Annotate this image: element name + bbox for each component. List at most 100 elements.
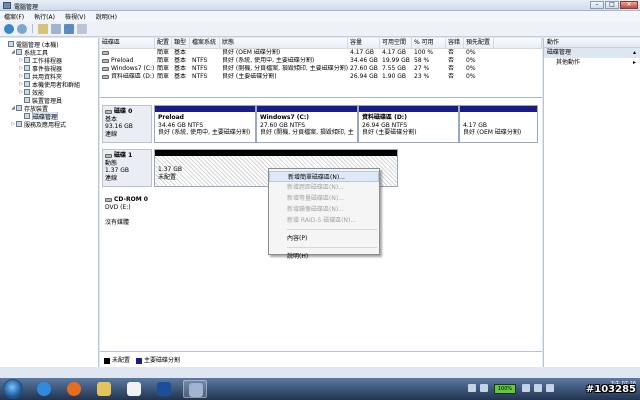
volume-icon [102,74,109,79]
column-percent-free[interactable]: % 可用 [412,38,446,48]
tree-item[interactable]: ▷ 共用資料夾 [0,72,98,80]
start-button[interactable] [3,379,23,399]
menu-file[interactable]: 檔案(F) [4,12,24,21]
collapse-arrow-icon: ▴ [632,49,636,56]
toolbar-separator [32,24,33,33]
column-filesystem[interactable]: 檔案系統 [190,38,220,48]
column-type[interactable]: 類型 [172,38,190,48]
partition-preload[interactable]: Preload 34.46 GB NTFS 良好 (系統, 使用中, 主要磁碟分… [154,105,256,143]
battery-percent: 100% [497,386,513,392]
up-folder-icon[interactable] [38,24,48,34]
tools-icon [16,49,22,55]
tray-expand-icon[interactable] [468,384,476,392]
partition-data-d[interactable]: 資料磁碟區 (D:) 26.94 GB NTFS 良好 (主要磁碟分割) [358,105,459,143]
window-title: 電腦管理 [14,4,39,11]
tray-app-icon[interactable] [480,384,488,392]
volume-row[interactable]: Preload 簡單 基本 NTFS 良好 (系統, 使用中, 主要磁碟分割) 34.46… [100,57,542,65]
cell-percent-free: 27 % [414,65,430,72]
network-icon[interactable] [522,384,530,392]
disk-1-label[interactable]: 磁碟 1 動態 1.37 GB 連線 [102,149,152,187]
column-free-space[interactable]: 可用空間 [380,38,412,48]
disk-1-name: 磁碟 1 [114,152,133,159]
menu-action[interactable]: 執行(A) [34,12,55,21]
column-layout[interactable]: 配置 [155,38,172,48]
cdrom-0-label[interactable]: CD-ROM 0 DVD (E:) 沒有媒體 [102,193,152,233]
storage-icon [16,105,22,111]
cdrom-0-spacer [105,211,149,219]
tree-item[interactable]: ▷ 服務及應用程式 [0,120,98,128]
taskbar-explorer[interactable] [92,380,116,398]
show-hide-tree-icon[interactable] [51,24,61,34]
cdrom-0-header: CD-ROM 0 [105,196,149,204]
partition-status: 良好 (開機, 分頁檔案, 損毀傾印, 主 [260,129,354,136]
tree-item[interactable]: 電腦管理 (本機) [0,40,98,48]
volume-row[interactable]: 資料磁碟區 (D:) 簡單 基本 NTFS 良好 (主要磁碟分割) 26.94 GB 1.9… [100,73,542,81]
battery-indicator[interactable]: 100% [494,384,516,394]
menu-new-raid5-volume: 新增 RAID-5 磁碟區(N)... [287,217,357,224]
column-volume[interactable]: 磁碟區 [100,38,155,48]
cell-volume: Windows7 (C:) [100,65,155,73]
forward-icon[interactable] [17,24,27,34]
tree-item[interactable]: 磁碟管理 [0,112,98,120]
menu-help[interactable]: 說明(H) [269,251,379,262]
disk-0-label[interactable]: 磁碟 0 基本 93.16 GB 連線 [102,105,152,143]
cell-filesystem: NTFS [192,73,208,80]
tree-item[interactable]: ▷ 工作排程器 [0,56,98,64]
column-status[interactable]: 狀態 [220,38,348,48]
menu-properties[interactable]: 內容(P) [269,233,379,244]
taskbar-computer-management[interactable] [183,380,207,398]
column-capacity[interactable]: 容量 [348,38,380,48]
volume-icon[interactable] [534,384,542,392]
column-fault-tolerance[interactable]: 容錯 [446,38,464,48]
tree-item[interactable]: ▷ 事件檢視器 [0,64,98,72]
partition-size: 26.94 GB NTFS [362,121,408,129]
taskbar-windows-media[interactable] [152,380,176,398]
menu-new-mirrored-volume: 新增鏡像磁碟區(N)... [287,206,344,213]
cell-fault-tolerance: 否 [448,65,455,72]
partition-size: 27.60 GB NTFS [260,121,306,129]
volume-name: Windows7 (C:) [111,65,155,72]
legend-primary: 主要磁碟分割 [136,355,180,364]
minimize-button[interactable]: – [590,1,604,9]
action-center-icon[interactable] [546,384,554,392]
tree-item-label: 磁碟管理 [32,112,59,120]
column-overhead[interactable]: 預先配置 [464,38,494,48]
tree-item-label: 本機使用者和群組 [32,81,81,89]
cell-free-space: 19.99 GB [382,57,410,64]
taskbar-media-player[interactable] [122,380,146,398]
menu-new-simple-volume[interactable]: 新增簡單磁碟區(N)... [269,171,379,182]
cell-status: 良好 (系統, 使用中, 主要磁碟分割) [222,57,315,64]
menu-help[interactable]: 說明(H) [96,12,117,21]
tree-item[interactable]: ◢ 存放裝置 [0,104,98,112]
partition-oem[interactable]: 4.17 GB 良好 (OEM 磁碟分割) [459,105,538,143]
maximize-button[interactable]: □ [605,1,619,9]
close-button[interactable]: ✕ [620,1,638,9]
cell-fault-tolerance: 否 [448,49,455,56]
cell-capacity: 4.17 GB [350,49,375,56]
actions-section-disk-management[interactable]: 磁碟管理 ▴ [544,48,640,58]
volume-row[interactable]: Windows7 (C:) 簡單 基本 NTFS 良好 (開機, 分頁檔案, 損毀傾印,… [100,65,542,73]
taskbar-firefox[interactable] [62,380,86,398]
tree-item[interactable]: ▷ 本機使用者和群組 [0,80,98,88]
properties-icon[interactable] [77,24,87,34]
help-icon[interactable] [64,24,74,34]
tree-item[interactable]: ◢ 系統工具 [0,48,98,56]
volume-row[interactable]: 簡單 基本 良好 (OEM 磁碟分割) 4.17 GB 4.17 GB 100 % 否 0% [100,49,542,57]
taskbar-ie[interactable] [32,380,56,398]
partition-name: Preload [158,114,184,121]
menu-separator [287,229,377,230]
primary-partition-bar [359,106,458,112]
volume-icon [102,58,109,63]
cell-volume [100,49,155,57]
back-icon[interactable] [4,24,14,34]
menu-bar: 檔案(F) 執行(A) 檢視(V) 說明(H) [0,11,640,21]
tree-item[interactable]: 裝置管理員 [0,96,98,104]
actions-header: 動作 [544,38,640,48]
cell-status: 良好 (開機, 分頁檔案, 損毀傾印, 主要磁碟分割) [222,65,348,72]
disk-0-type: 基本 [105,115,118,123]
partition-windows7[interactable]: Windows7 (C:) 27.60 GB NTFS 良好 (開機, 分頁檔案… [256,105,358,143]
disk-0-partitions: Preload 34.46 GB NTFS 良好 (系統, 使用中, 主要磁碟分… [154,105,538,143]
menu-view[interactable]: 檢視(V) [65,12,86,21]
actions-more[interactable]: 其他動作 ▸ [544,58,640,68]
tree-item[interactable]: ▷ 效能 [0,88,98,96]
